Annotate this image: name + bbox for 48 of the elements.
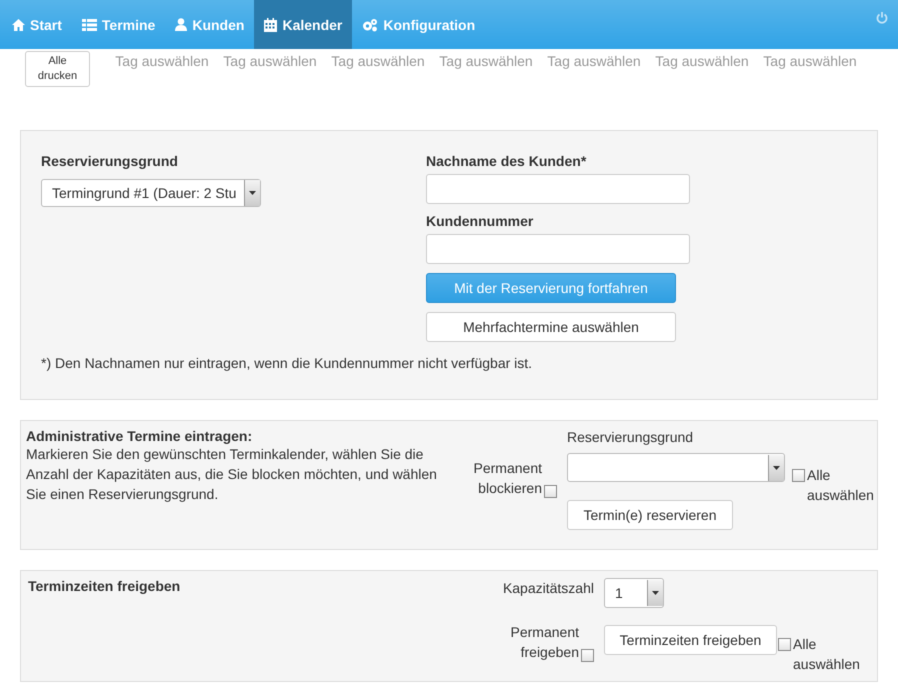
- reserve-button[interactable]: Termin(e) reservieren: [567, 500, 733, 530]
- field-label: Kapazitätszahl: [502, 579, 594, 598]
- field-label: Reservierungsgrund: [567, 428, 694, 445]
- dropdown-arrow-icon: [773, 466, 780, 470]
- capacity-dropdown[interactable]: 1: [604, 578, 664, 608]
- field-label: Reservierungsgrund: [41, 153, 179, 169]
- nav-tab[interactable]: Konfiguration: [352, 0, 486, 49]
- select-day-link[interactable]: Tag auswählen: [108, 51, 216, 72]
- dropdown-arrow-icon: [249, 191, 256, 195]
- nav-tab[interactable]: Start: [2, 0, 72, 49]
- select-day-link[interactable]: Tag auswählen: [540, 51, 648, 72]
- print-all-button[interactable]: Alle drucken: [25, 51, 90, 87]
- power-icon[interactable]: [876, 12, 888, 24]
- checkbox[interactable]: [778, 638, 791, 651]
- reason-dropdown[interactable]: Termingrund #1 (Dauer: 2 Stu: [41, 179, 261, 207]
- person-icon: [175, 18, 188, 31]
- multiple-appointments-button[interactable]: Mehrfachtermine auswählen: [426, 312, 676, 342]
- field-label: Nachname des Kunden*: [426, 153, 588, 169]
- select-day-link[interactable]: Tag auswählen: [216, 51, 324, 72]
- home-icon: [12, 18, 25, 30]
- nav-tab[interactable]: Kunden: [165, 0, 254, 49]
- gears-icon: [362, 18, 378, 32]
- reason-dropdown[interactable]: [567, 453, 785, 482]
- select-day-link[interactable]: Tag auswählen: [432, 51, 540, 72]
- nav-tab[interactable]: Kalender: [254, 0, 352, 49]
- select-day-link[interactable]: Tag auswählen: [756, 51, 864, 72]
- section-title: Administrative Termine eintragen:: [26, 428, 254, 444]
- checkbox-label: Alle auswählen: [793, 635, 861, 674]
- continue-button[interactable]: Mit der Reservierung fortfahren: [426, 273, 676, 303]
- field-label: Kundennummer: [426, 213, 534, 229]
- instructions-text: Markieren Sie den gewünschten Terminkalender, wählen Sie die Anzahl der Kapazitäten aus, die Sie blocken möchten, und wählen Sie einen Reservierungsgrund.: [26, 445, 438, 504]
- nav-tab[interactable]: Termine: [72, 0, 166, 49]
- section-title: Terminzeiten freigeben: [28, 578, 180, 594]
- checkbox-label: Permanent blockieren: [472, 459, 542, 498]
- checkbox[interactable]: [544, 485, 557, 498]
- lastname-field[interactable]: [426, 174, 690, 204]
- select-day-link[interactable]: Tag auswählen: [648, 51, 756, 72]
- customer-number-field[interactable]: [426, 234, 690, 264]
- footnote: *) Den Nachnamen nur eintragen, wenn die Kundennummer nicht verfügbar ist.: [41, 355, 534, 371]
- calendar-icon: [264, 18, 278, 32]
- select-day-link[interactable]: Tag auswählen: [324, 51, 432, 72]
- checkbox[interactable]: [581, 649, 594, 662]
- release-button[interactable]: Terminzeiten freigeben: [604, 625, 777, 655]
- checkbox[interactable]: [792, 469, 805, 482]
- list-icon: [82, 18, 97, 30]
- dropdown-arrow-icon: [652, 591, 659, 595]
- checkbox-label: Permanent freigeben: [510, 623, 579, 662]
- checkbox-label: Alle auswählen: [807, 466, 875, 505]
